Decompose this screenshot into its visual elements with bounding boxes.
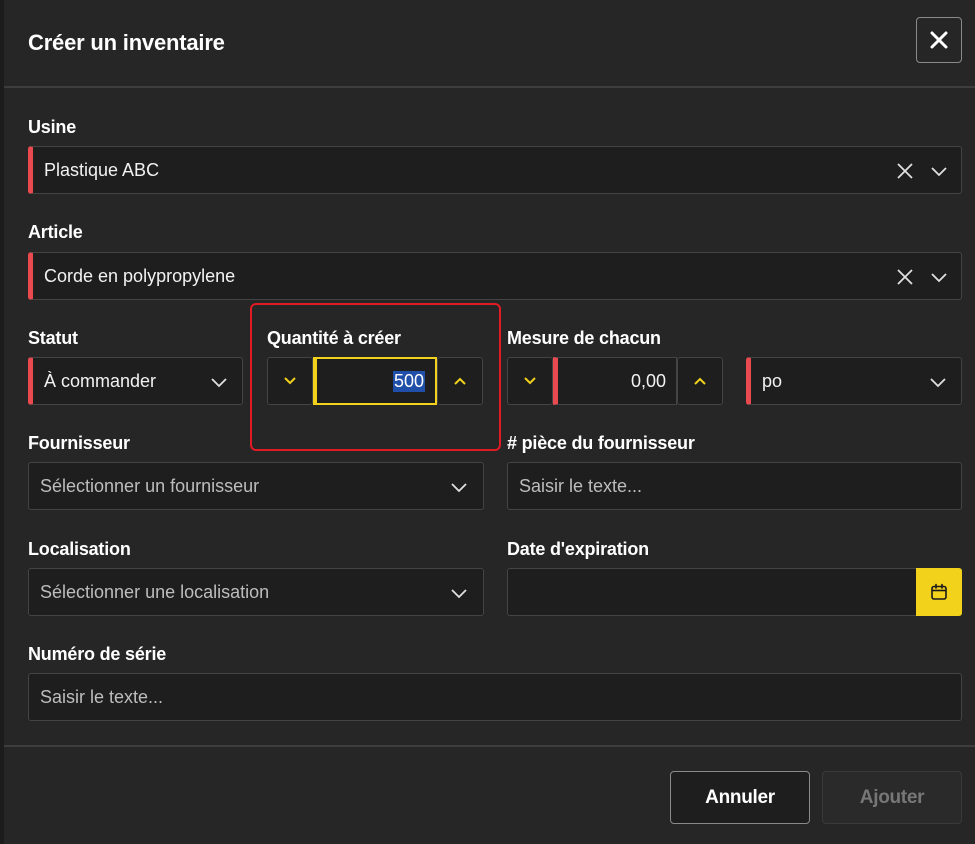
expiration-label: Date d'expiration (507, 539, 649, 559)
statut-value: À commander (44, 371, 157, 391)
piece-placeholder: Saisir le texte... (519, 476, 643, 496)
mesure-value: 0,00 (630, 371, 666, 391)
chevron-down-icon[interactable] (449, 583, 469, 603)
serie-placeholder: Saisir le texte... (40, 687, 164, 707)
serie-input[interactable]: Saisir le texte... (28, 673, 962, 721)
article-select[interactable]: Corde en polypropylene (28, 252, 962, 300)
cancel-button[interactable]: Annuler (670, 771, 810, 824)
chevron-down-icon[interactable] (928, 372, 948, 392)
fournisseur-placeholder: Sélectionner un fournisseur (40, 476, 260, 496)
calendar-button[interactable] (916, 568, 962, 616)
piece-input[interactable]: Saisir le texte... (507, 462, 962, 510)
mesure-increment-button[interactable] (677, 357, 723, 405)
usine-value: Plastique ABC (44, 160, 160, 180)
statut-select[interactable]: À commander (28, 357, 243, 405)
footer-divider (4, 745, 975, 747)
window-edge (0, 0, 4, 844)
chevron-down-icon (284, 377, 296, 385)
localisation-label: Localisation (28, 539, 131, 559)
mesure-input[interactable]: 0,00 (553, 357, 677, 405)
chevron-down-icon (524, 377, 536, 385)
quantite-increment-button[interactable] (437, 357, 483, 405)
article-value: Corde en polypropylene (44, 266, 236, 286)
unit-value: po (762, 371, 783, 391)
localisation-select[interactable]: Sélectionner une localisation (28, 568, 484, 616)
close-button[interactable] (916, 17, 962, 63)
chevron-up-icon (694, 377, 706, 385)
quantite-decrement-button[interactable] (267, 357, 313, 405)
localisation-placeholder: Sélectionner une localisation (40, 582, 270, 602)
usine-label: Usine (28, 117, 77, 137)
usine-select[interactable]: Plastique ABC (28, 146, 962, 194)
unit-select[interactable]: po (746, 357, 962, 405)
chevron-down-icon[interactable] (929, 161, 949, 181)
quantite-value: 500 (392, 371, 425, 392)
serie-label: Numéro de série (28, 644, 167, 664)
quantite-label: Quantité à créer (267, 328, 401, 348)
dialog-header: Créer un inventaire (4, 0, 975, 88)
expiration-input[interactable] (507, 568, 917, 616)
fournisseur-select[interactable]: Sélectionner un fournisseur (28, 462, 484, 510)
article-label: Article (28, 222, 83, 242)
statut-label: Statut (28, 328, 78, 348)
chevron-up-icon (454, 377, 466, 385)
chevron-down-icon[interactable] (209, 372, 229, 392)
add-button[interactable]: Ajouter (822, 771, 962, 824)
mesure-decrement-button[interactable] (507, 357, 553, 405)
fournisseur-label: Fournisseur (28, 433, 130, 453)
clear-icon[interactable] (895, 267, 915, 287)
piece-label: # pièce du fournisseur (507, 433, 695, 453)
chevron-down-icon[interactable] (449, 477, 469, 497)
quantite-input[interactable]: 500 (313, 357, 437, 405)
close-icon (930, 31, 948, 49)
calendar-icon (931, 583, 947, 600)
clear-icon[interactable] (895, 161, 915, 181)
dialog-title: Créer un inventaire (28, 30, 225, 55)
mesure-label: Mesure de chacun (507, 328, 661, 348)
chevron-down-icon[interactable] (929, 267, 949, 287)
